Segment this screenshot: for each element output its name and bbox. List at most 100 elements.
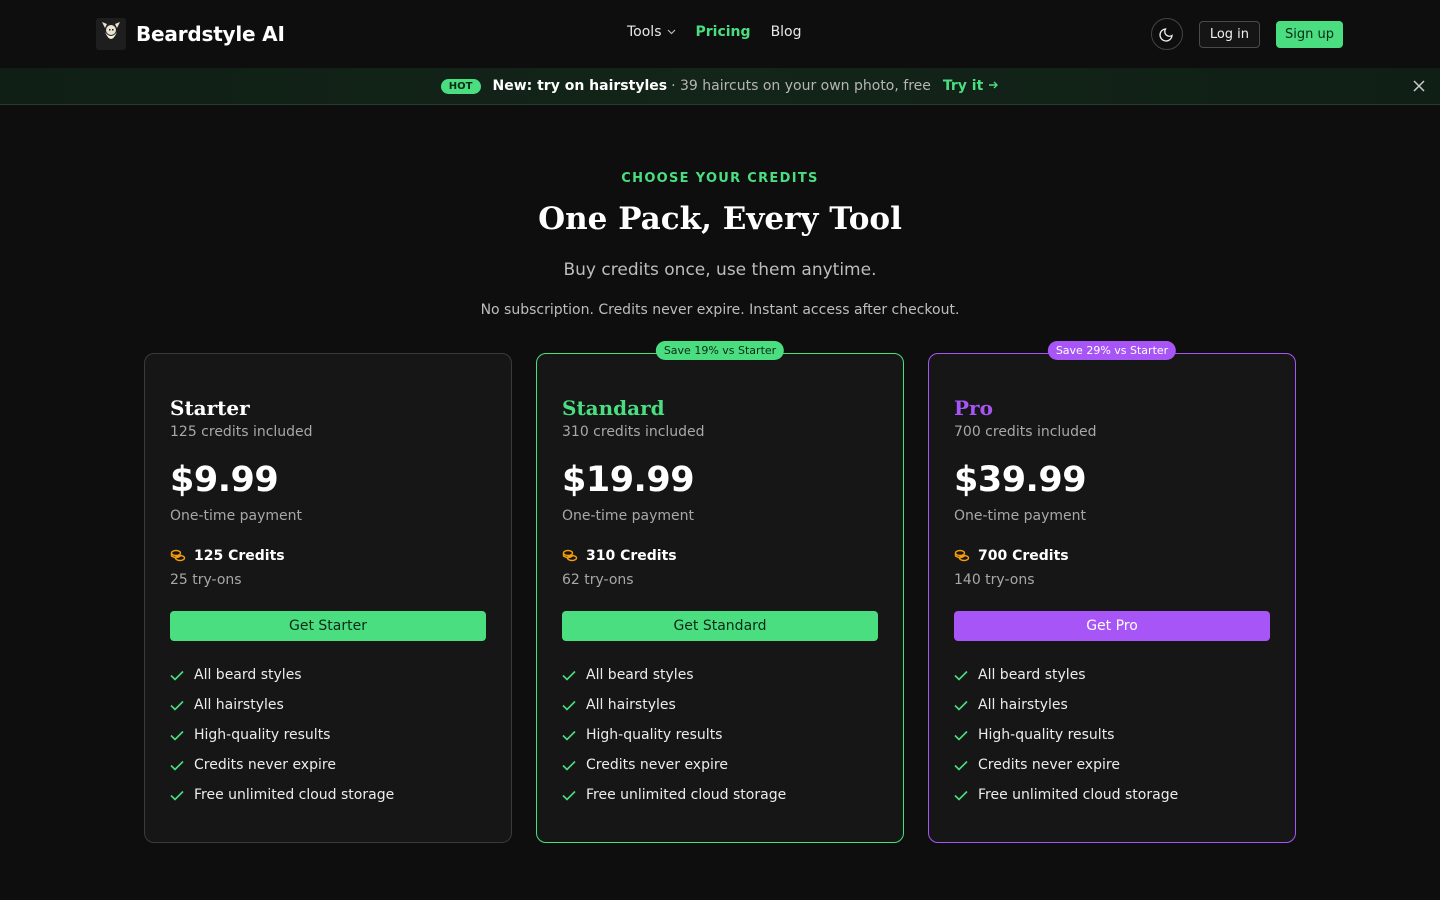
page-subtitle: Buy credits once, use them anytime. (563, 260, 877, 280)
feature-item: All beard styles (170, 660, 394, 690)
banner-cta-label: Try it (942, 78, 984, 94)
check-icon (562, 760, 576, 771)
main-nav: Tools Pricing Blog (627, 24, 802, 40)
check-icon (954, 790, 968, 801)
brand-link[interactable]: Beardstyle AI (96, 18, 285, 50)
check-icon (562, 670, 576, 681)
get-starter-button[interactable]: Get Starter (170, 611, 486, 641)
site-header: Beardstyle AI Tools Pricing Blog Log in … (0, 0, 1440, 68)
feature-label: All hairstyles (586, 697, 676, 713)
check-icon (954, 700, 968, 711)
nav-tools-label: Tools (627, 24, 662, 40)
feature-item: All hairstyles (954, 690, 1178, 720)
check-icon (562, 700, 576, 711)
check-icon (170, 700, 184, 711)
feature-label: All beard styles (194, 667, 302, 683)
brand-name: Beardstyle AI (136, 22, 285, 46)
savings-badge: Save 29% vs Starter (1047, 341, 1177, 360)
bearded-man-logo-icon (96, 18, 126, 50)
banner-subtitle: · 39 haircuts on your own photo, free (671, 78, 931, 94)
plan-credits-label: 310 Credits (586, 548, 677, 564)
header-actions: Log in Sign up (1150, 18, 1343, 50)
feature-label: Credits never expire (586, 757, 728, 773)
plan-card-pro: Save 29% vs Starter Pro 700 credits incl… (928, 341, 1296, 843)
get-standard-button[interactable]: Get Standard (562, 611, 878, 641)
feature-label: Free unlimited cloud storage (194, 787, 395, 803)
feature-list: All beard styles All hairstyles High-qua… (562, 660, 786, 810)
feature-item: Free unlimited cloud storage (170, 780, 394, 810)
feature-label: All beard styles (586, 667, 694, 683)
plan-credits-included: 700 credits included (954, 424, 1097, 440)
check-icon (170, 760, 184, 771)
plan-card-starter: Starter 125 credits included $9.99 One-t… (144, 353, 512, 843)
check-icon (170, 730, 184, 741)
feature-label: High-quality results (586, 727, 723, 743)
feature-item: High-quality results (562, 720, 786, 750)
coins-icon (954, 549, 970, 562)
check-icon (954, 670, 968, 681)
feature-label: Credits never expire (194, 757, 336, 773)
check-icon (562, 730, 576, 741)
nav-tools[interactable]: Tools (627, 24, 676, 40)
check-icon (170, 670, 184, 681)
plan-credits-included: 125 credits included (170, 424, 313, 440)
announcement-banner: HOT New: try on hairstyles · 39 haircuts… (0, 68, 1440, 105)
chevron-down-icon (667, 29, 675, 35)
get-pro-button[interactable]: Get Pro (954, 611, 1270, 641)
feature-label: All beard styles (978, 667, 1086, 683)
theme-toggle-button[interactable] (1150, 18, 1183, 50)
banner-title: New: try on hairstyles (492, 78, 668, 94)
feature-label: High-quality results (194, 727, 331, 743)
banner-try-it-link[interactable]: Try it (943, 78, 999, 94)
feature-item: All beard styles (562, 660, 786, 690)
plan-credits-included: 310 credits included (562, 424, 705, 440)
feature-label: Free unlimited cloud storage (978, 787, 1179, 803)
plan-credit-count: 125 Credits (170, 548, 285, 564)
close-icon (1413, 80, 1425, 92)
plan-tryons: 25 try-ons (170, 572, 242, 588)
feature-item: All beard styles (954, 660, 1178, 690)
savings-badge: Save 19% vs Starter (655, 341, 785, 360)
feature-item: Free unlimited cloud storage (954, 780, 1178, 810)
check-icon (954, 730, 968, 741)
plan-credits-label: 700 Credits (978, 548, 1069, 564)
feature-item: High-quality results (954, 720, 1178, 750)
plan-name: Starter (170, 396, 250, 420)
plan-card-standard: Save 19% vs Starter Standard 310 credits… (536, 341, 904, 843)
feature-item: High-quality results (170, 720, 394, 750)
page-note: No subscription. Credits never expire. I… (480, 302, 960, 318)
plan-credit-count: 310 Credits (562, 548, 677, 564)
plan-credits-label: 125 Credits (194, 548, 285, 564)
feature-item: Credits never expire (170, 750, 394, 780)
coins-icon (562, 549, 578, 562)
feature-item: Credits never expire (562, 750, 786, 780)
plan-payment-type: One-time payment (170, 508, 303, 524)
plan-tryons: 62 try-ons (562, 572, 634, 588)
plan-price: $19.99 (562, 460, 695, 500)
feature-list: All beard styles All hairstyles High-qua… (954, 660, 1178, 810)
coins-icon (170, 549, 186, 562)
check-icon (170, 790, 184, 801)
feature-item: All hairstyles (170, 690, 394, 720)
banner-close-button[interactable] (1410, 77, 1428, 95)
check-icon (954, 760, 968, 771)
login-button[interactable]: Log in (1198, 20, 1261, 48)
plan-price: $9.99 (170, 460, 279, 500)
nav-pricing[interactable]: Pricing (696, 24, 751, 40)
page-title: One Pack, Every Tool (538, 201, 902, 237)
feature-label: All hairstyles (194, 697, 284, 713)
moon-icon (1159, 28, 1173, 42)
plan-tryons: 140 try-ons (954, 572, 1035, 588)
feature-label: Free unlimited cloud storage (586, 787, 787, 803)
plan-name: Pro (954, 396, 993, 420)
plan-payment-type: One-time payment (562, 508, 695, 524)
arrow-right-icon (989, 81, 999, 89)
nav-blog[interactable]: Blog (771, 24, 802, 40)
feature-item: Free unlimited cloud storage (562, 780, 786, 810)
feature-label: All hairstyles (978, 697, 1068, 713)
section-eyebrow: CHOOSE YOUR CREDITS (621, 171, 819, 186)
hot-badge: HOT (440, 78, 481, 94)
feature-label: High-quality results (978, 727, 1115, 743)
plan-name: Standard (562, 396, 665, 420)
signup-button[interactable]: Sign up (1276, 20, 1343, 48)
